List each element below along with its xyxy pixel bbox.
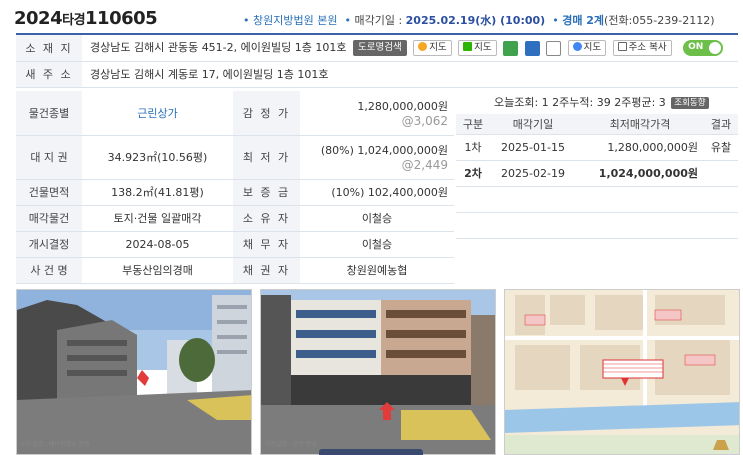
case-type: 타경: [62, 13, 86, 28]
calculator-icon[interactable]: [546, 40, 562, 56]
address-table: 소 재 지 경상남도 김해시 관동동 451-2, 에이원빌딩 1층 101호 …: [16, 35, 738, 88]
naver-map-icon: [463, 42, 473, 52]
building-area-value: 138.2㎡(41.81평): [82, 179, 233, 206]
auction-division: 경매 2계: [562, 14, 605, 27]
court-name[interactable]: 창원지방법원 본원: [253, 14, 337, 27]
property-type-label: 물건종별: [16, 91, 82, 136]
date-col-header: 매각기일: [490, 114, 576, 135]
owner-value: 이철승: [300, 205, 454, 232]
auction-rounds-table: 구분 매각기일 최저매각가격 결과 1차 2025-01-15 1,280,00…: [456, 114, 738, 239]
copy-address-button[interactable]: 주소 복사: [612, 40, 672, 57]
table-row: 2차 2025-02-19 1,024,000,000원: [456, 160, 738, 187]
daum-map-icon: [418, 42, 428, 52]
google-map-icon: [572, 42, 582, 52]
case-year: 2024: [14, 8, 63, 29]
creditor-value: 창원원예농협: [300, 257, 454, 284]
case-number: 2024타경110605: [14, 8, 158, 29]
street-photo-1[interactable]: 사진설명 : 에이원빌딩 전경: [16, 289, 252, 455]
photo-gallery: 사진설명 : 에이원빌딩 전경 사진설명 : 본건 전경: [16, 289, 740, 455]
deposit-value: (10%) 102,400,000원: [300, 179, 454, 206]
map-button-google[interactable]: 지도: [567, 40, 607, 57]
chart-icon[interactable]: [524, 40, 540, 56]
appraisal-value: 1,280,000,000원: [357, 99, 448, 113]
appraisal-label: 감 정 가: [233, 91, 300, 136]
deposit-label: 보 증 금: [233, 179, 300, 206]
building-area-label: 건물면적: [16, 179, 82, 206]
header-info: • 창원지방법원 본원 • 매각기일 : 2025.02.19(水) (10:0…: [243, 14, 715, 27]
property-type-value[interactable]: 근린상가: [82, 91, 233, 136]
case-no: 110605: [85, 8, 158, 29]
case-name-label: 사 건 명: [16, 257, 82, 284]
property-details-table: 물건종별 근린상가 감 정 가 1,280,000,000원 @3,062 대 지…: [16, 91, 454, 284]
result-col-header: 결과: [704, 114, 738, 135]
location-map[interactable]: [504, 289, 740, 455]
location-text: 경상남도 김해시 관동동 451-2, 에이원빌딩 1층 101호: [90, 41, 347, 55]
table-row: 1차 2025-01-15 1,280,000,000원 유찰: [456, 134, 738, 161]
street-photo-2[interactable]: 사진설명 : 본건 전경: [260, 289, 496, 455]
photo-caption: 사진설명 : 에이원빌딩 전경: [21, 441, 90, 448]
map-toggle[interactable]: ON: [683, 40, 724, 57]
photo-caption: 사진설명 : 본건 전경: [265, 441, 317, 448]
new-address-label: 새 주 소: [16, 61, 82, 88]
price-col-header: 최저매각가격: [576, 114, 704, 135]
land-right-value: 34.923㎡(10.56평): [82, 135, 233, 180]
land-info-icon[interactable]: [503, 40, 519, 56]
minimum-price-label: 최 저 가: [233, 135, 300, 180]
minimum-price-value: (80%) 1,024,000,000원: [320, 144, 448, 157]
sale-date: 2025.02.19(水) (10:00): [405, 14, 546, 27]
case-header: 2024타경110605 • 창원지방법원 본원 • 매각기일 : 2025.0…: [0, 0, 743, 34]
photo-pager-tab[interactable]: [319, 449, 423, 455]
map-button-daum[interactable]: 지도: [413, 40, 452, 57]
new-address-text: 경상남도 김해시 계동로 17, 에이원빌딩 1층 101호: [82, 61, 738, 88]
map-button-naver[interactable]: 지도: [458, 40, 497, 57]
start-decision-value: 2024-08-05: [82, 231, 233, 258]
land-right-label: 대 지 권: [16, 135, 82, 180]
sale-item-value: 토지·건물 일괄매각: [82, 205, 233, 232]
road-name-search-button[interactable]: 도로명검색: [352, 40, 407, 57]
appraisal-unit-price: @3,062: [401, 113, 448, 128]
debtor-label: 채 무 자: [233, 231, 300, 258]
case-name-value: 부동산임의경매: [82, 257, 233, 284]
location-label: 소 재 지: [16, 35, 82, 62]
phone-number: (전화:055-239-2112): [604, 14, 715, 27]
minimum-unit-price: @2,449: [401, 158, 448, 172]
sale-date-label: 매각기일 :: [354, 14, 403, 27]
creditor-label: 채 권 자: [233, 257, 300, 284]
start-decision-label: 개시결정: [16, 231, 82, 258]
debtor-value: 이철승: [300, 231, 454, 258]
sale-item-label: 매각물건: [16, 205, 82, 232]
view-stats: 오늘조회: 1 2주누적: 39 2주평균: 3 조회동향: [456, 91, 738, 114]
auction-history-panel: 오늘조회: 1 2주누적: 39 2주평균: 3 조회동향 구분 매각기일 최저…: [456, 91, 738, 248]
copy-icon: [617, 42, 627, 52]
owner-label: 소 유 자: [233, 205, 300, 232]
view-trend-button[interactable]: 조회동향: [671, 97, 709, 109]
view-stats-text: 오늘조회: 1 2주누적: 39 2주평균: 3: [494, 96, 666, 109]
round-col-header: 구분: [456, 114, 490, 135]
